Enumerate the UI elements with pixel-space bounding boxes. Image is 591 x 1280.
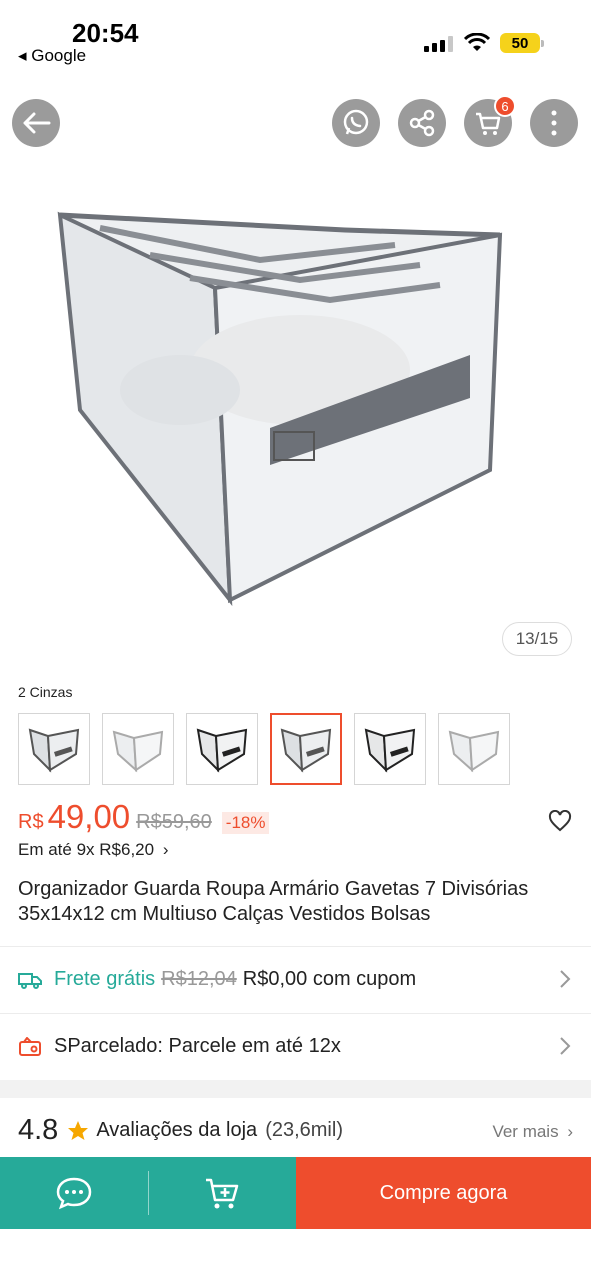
sparcelado-text: SParcelado: Parcele em até 12x (54, 1035, 341, 1057)
installment-icon (19, 1036, 41, 1056)
price-currency: R$ (18, 811, 44, 833)
buy-now-button[interactable]: Compre agora (296, 1157, 591, 1229)
back-to-google-link[interactable]: ◂ Google (18, 46, 86, 66)
cart-count-badge: 6 (494, 95, 516, 117)
cellular-signal-icon (424, 36, 453, 52)
heart-icon[interactable] (548, 810, 572, 832)
back-button[interactable] (12, 99, 60, 147)
discount-badge: -18% (221, 812, 270, 834)
secondary-actions (0, 1157, 296, 1229)
whatsapp-share-button[interactable] (332, 99, 380, 147)
arrow-left-icon (23, 112, 51, 134)
chevron-right-icon (560, 970, 571, 988)
section-divider (0, 1080, 591, 1098)
variant-thumbnail-selected[interactable] (270, 713, 342, 785)
star-icon (68, 1120, 89, 1140)
add-to-cart-button[interactable] (149, 1157, 297, 1229)
image-counter: 13/15 (502, 622, 572, 656)
chat-icon (56, 1177, 92, 1210)
store-rating-score: 4.8 (18, 1114, 59, 1146)
variant-thumbnail[interactable] (18, 713, 90, 785)
store-rating-row: 4.8 Avaliações da loja (23,6mil) Ver mai… (18, 1114, 573, 1147)
free-shipping-label: Frete grátis (54, 968, 156, 990)
variant-thumbnail[interactable] (438, 713, 510, 785)
more-vertical-icon (551, 110, 557, 136)
shipping-new-price: R$0,00 com cupom (242, 968, 417, 990)
price-row: R$ 49,00 R$59,60 -18% (18, 798, 270, 836)
original-price: R$59,60 (136, 811, 212, 833)
truck-icon (18, 972, 42, 989)
add-to-cart-icon (206, 1178, 239, 1209)
chevron-right-icon: › (162, 840, 169, 859)
status-time: 20:54 (72, 18, 139, 48)
variant-thumbnail[interactable] (354, 713, 426, 785)
variant-thumbnails (18, 713, 510, 785)
installment-link[interactable]: Em até 9x R$6,20 › (18, 840, 168, 860)
current-price: 49,00 (47, 798, 131, 835)
chevron-right-icon (560, 1037, 571, 1055)
see-more-label: Ver mais (492, 1122, 559, 1141)
see-more-link[interactable]: Ver mais › (492, 1122, 573, 1142)
shipping-row[interactable]: Frete grátis R$12,04 R$0,00 com cupom (0, 946, 591, 1012)
wifi-icon (464, 33, 490, 51)
share-button[interactable] (398, 99, 446, 147)
more-options-button[interactable] (530, 99, 578, 147)
battery-indicator: 50 (500, 33, 544, 53)
variant-thumbnail[interactable] (102, 713, 174, 785)
store-rating-label: Avaliações da loja (96, 1119, 258, 1141)
whatsapp-icon (343, 109, 369, 135)
product-image[interactable] (0, 160, 591, 670)
bottom-action-bar: Compre agora (0, 1157, 591, 1229)
variant-label: 2 Cinzas (18, 684, 73, 700)
share-icon (409, 109, 435, 137)
product-title: Organizador Guarda Roupa Armário Gavetas… (18, 878, 529, 925)
chevron-right-icon: › (567, 1122, 573, 1141)
cart-button[interactable]: 6 (464, 95, 516, 147)
variant-thumbnail[interactable] (186, 713, 258, 785)
buy-now-label: Compre agora (379, 1181, 508, 1204)
sparcelado-row[interactable]: SParcelado: Parcele em até 12x (0, 1013, 591, 1079)
store-rating-count: (23,6mil) (265, 1119, 343, 1141)
shipping-old-price: R$12,04 (161, 968, 237, 990)
status-bar: 20:54 ◂ Google 50 (0, 0, 591, 80)
chat-button[interactable] (0, 1157, 148, 1229)
installment-text: Em até 9x R$6,20 (18, 840, 155, 859)
